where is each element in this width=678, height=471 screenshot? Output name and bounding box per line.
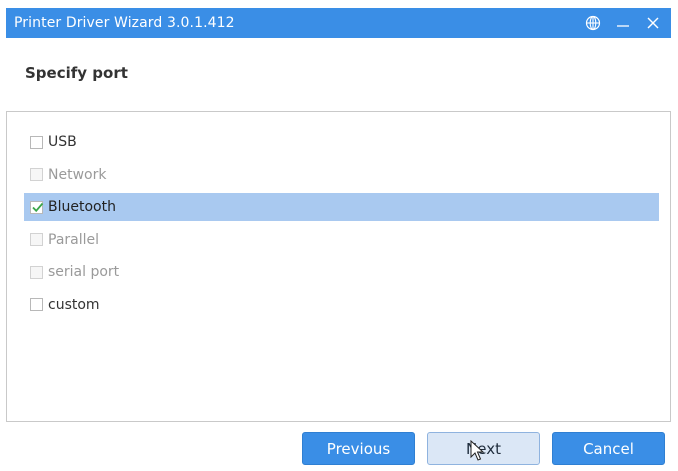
- port-option-network: Network: [24, 161, 659, 189]
- port-checkbox: [30, 265, 43, 279]
- cancel-button[interactable]: Cancel: [552, 432, 665, 465]
- port-label: Parallel: [48, 231, 100, 248]
- next-button[interactable]: Next: [427, 432, 540, 465]
- port-checkbox: [30, 168, 43, 181]
- close-icon[interactable]: [643, 13, 663, 33]
- port-label: Bluetooth: [48, 199, 116, 215]
- checkmark-icon: [32, 202, 44, 212]
- port-checkbox[interactable]: [30, 298, 43, 311]
- port-list: USB Network Bluetooth Parallel serial port cu…: [24, 128, 659, 323]
- port-option-usb[interactable]: USB: [24, 128, 659, 156]
- language-globe-icon[interactable]: [583, 13, 603, 33]
- port-list-panel: USB Network Bluetooth Parallel serial port cu…: [6, 112, 671, 422]
- port-label: serial port: [48, 264, 120, 280]
- previous-button[interactable]: Previous: [302, 432, 415, 465]
- port-checkbox[interactable]: [30, 200, 44, 214]
- window-title: Printer Driver Wizard 3.0.1.412: [14, 15, 235, 31]
- printer-driver-wizard-window: Printer Driver Wizard 3.0.1.412 Specify …: [0, 0, 678, 471]
- port-checkbox: [30, 233, 43, 246]
- port-option-custom[interactable]: custom: [24, 291, 659, 319]
- title-bar: Printer Driver Wizard 3.0.1.412: [6, 8, 671, 38]
- page-header: Specify port: [6, 38, 671, 112]
- port-option-parallel: Parallel: [24, 226, 659, 254]
- port-label: Network: [48, 166, 107, 183]
- window-controls: [583, 13, 671, 33]
- port-option-bluetooth[interactable]: Bluetooth: [24, 193, 659, 221]
- minimize-icon[interactable]: [613, 13, 633, 33]
- port-label: USB: [48, 134, 77, 150]
- port-label: custom: [48, 296, 100, 313]
- page-title: Specify port: [25, 64, 128, 82]
- port-option-serial-port: serial port: [24, 258, 659, 286]
- port-checkbox[interactable]: [30, 135, 43, 149]
- wizard-footer: Previous Next Cancel: [6, 422, 671, 471]
